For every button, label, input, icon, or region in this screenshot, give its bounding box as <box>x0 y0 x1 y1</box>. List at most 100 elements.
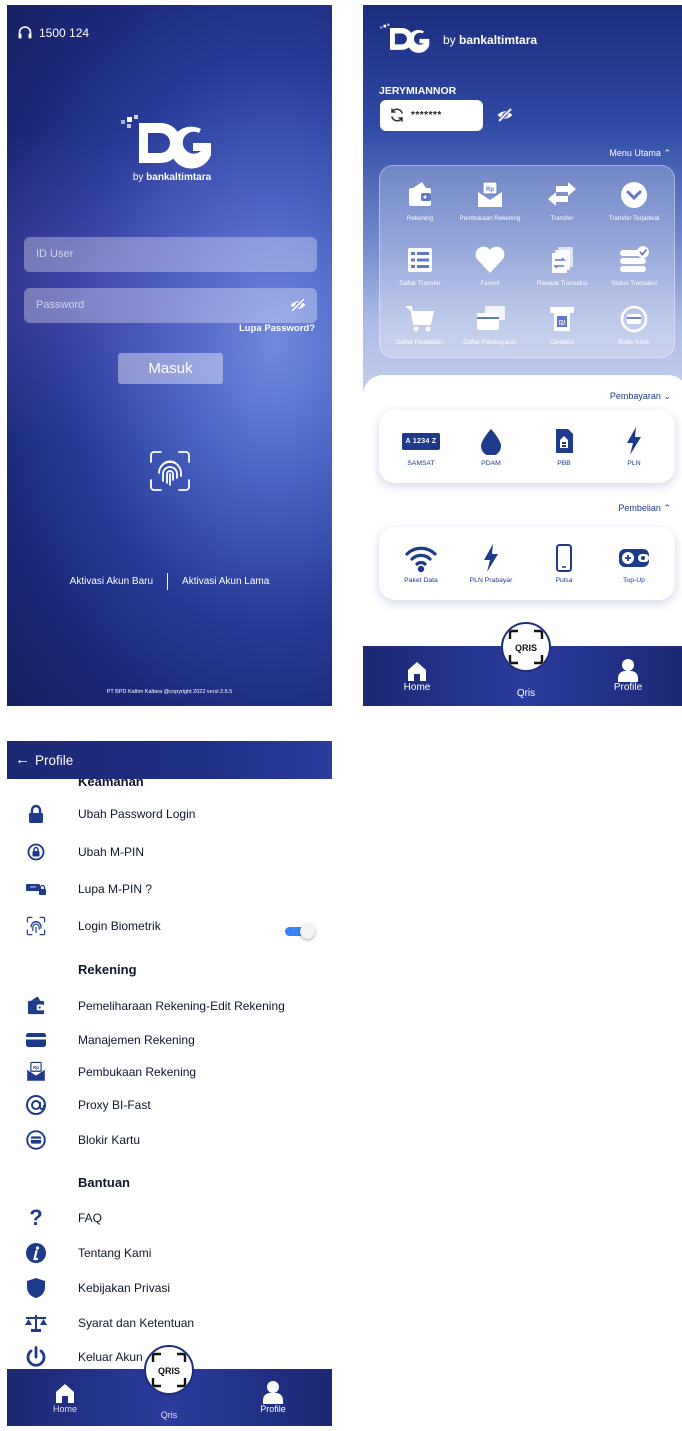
menu-item-transfer-terjadwal[interactable]: Transfer Terjadwal <box>600 178 668 223</box>
profile-item-blokir-kartu[interactable]: Blokir Kartu <box>24 1127 324 1153</box>
password-placeholder: Password <box>36 299 85 311</box>
profile-item-login-biometrik: Login Biometrik <box>24 913 324 939</box>
biometric-toggle[interactable] <box>285 924 315 939</box>
menu-item-transfer[interactable]: Transfer <box>528 178 596 223</box>
lock-icon <box>24 804 48 824</box>
shield-icon <box>24 1277 48 1299</box>
menu-item-label: Daftar Pembayaran <box>463 339 517 346</box>
menu-item-rekening[interactable]: Rekening <box>386 178 454 223</box>
pembayaran-card: A 1234 Z SAMSAT PDAM PBB PLN <box>379 410 675 483</box>
nav-profile-label: Profile <box>260 1404 286 1414</box>
forgot-password-link[interactable]: Lupa Password? <box>239 323 315 334</box>
pembelian-item-pln-prabayar[interactable]: PLN Prabayar <box>461 541 521 584</box>
menu-item-daftar-pembelian[interactable]: Daftar Pembelian <box>386 302 454 347</box>
menu-item-label: Transfer Terjadwal <box>608 215 660 222</box>
pembelian-item-pulsa[interactable]: Pulsa <box>534 541 594 584</box>
chevron-circle-icon <box>600 178 668 212</box>
profile-item-ubah-password[interactable]: Ubah Password Login <box>24 801 324 827</box>
password-field[interactable]: Password <box>24 288 317 323</box>
login-button[interactable]: Masuk <box>118 353 223 384</box>
eye-slash-icon[interactable] <box>289 296 307 314</box>
nav-qris[interactable]: Qris <box>504 688 548 699</box>
nav-profile[interactable]: Profile <box>605 658 651 693</box>
balance-box: ******* <box>380 100 483 131</box>
menu-item-label: Cardless <box>549 339 575 346</box>
pembelian-toggle[interactable]: Pembelian ⌃ <box>618 503 671 514</box>
profile-item-pemeliharaan-rekening[interactable]: Pemeliharaan Rekening-Edit Rekening <box>24 993 324 1019</box>
chevron-up-icon: ⌃ <box>663 148 671 158</box>
userid-field[interactable]: ID User <box>24 237 317 272</box>
logo-by-text: by <box>443 33 456 47</box>
balance-masked: ******* <box>411 110 442 121</box>
menu-item-daftar-transfer[interactable]: Daftar Transfer <box>386 243 454 288</box>
lightning-icon <box>604 424 664 458</box>
menu-item-status-transaksi[interactable]: Status Transaksi <box>600 243 668 288</box>
qris-button[interactable]: QRIS <box>144 1345 194 1395</box>
profile-item-proxy-bi-fast[interactable]: Proxy BI-Fast <box>24 1092 324 1118</box>
block-card-icon <box>24 1129 48 1151</box>
profile-item-label: Login Biometrik <box>78 919 161 933</box>
nav-home[interactable]: Home <box>45 1382 85 1414</box>
menu-item-daftar-pembayaran[interactable]: Daftar Pembayaran <box>456 302 524 347</box>
profile-item-kebijakan-privasi[interactable]: Kebijakan Privasi <box>24 1275 324 1301</box>
profile-item-pembukaan-rekening[interactable]: Rp Pembukaan Rekening <box>24 1059 324 1085</box>
back-arrow-icon[interactable]: ← <box>15 752 30 767</box>
chevron-down-icon: ⌄ <box>663 391 671 401</box>
menu-item-favorit[interactable]: Favorit <box>456 243 524 288</box>
pembayaran-item-label: PDAM <box>481 460 501 467</box>
qris-logo-text: QRIS <box>158 1366 180 1376</box>
heart-icon <box>456 243 524 277</box>
status-icon <box>600 243 668 277</box>
menu-item-blokir-kartu[interactable]: Blokir Kartu <box>600 302 668 347</box>
payment-list-icon <box>456 302 524 336</box>
menu-item-label: Favorit <box>480 280 500 287</box>
profile-item-manajemen-rekening[interactable]: Manajemen Rekening <box>24 1027 324 1053</box>
pembelian-item-paket-data[interactable]: Paket Data <box>391 541 451 584</box>
menu-item-pembukaan-rekening[interactable]: Rp Pembukaan Rekening <box>456 178 524 223</box>
profile-item-syarat-ketentuan[interactable]: Syarat dan Ketentuan <box>24 1310 324 1336</box>
profile-item-ubah-mpin[interactable]: Ubah M-PIN <box>24 839 324 865</box>
pembayaran-item-samsat[interactable]: A 1234 Z SAMSAT <box>391 424 451 467</box>
nav-qris[interactable]: Qris <box>147 1410 191 1420</box>
toggle-knob <box>300 924 315 939</box>
profile-item-label: Tentang Kami <box>78 1246 152 1260</box>
eye-slash-icon[interactable] <box>495 106 515 124</box>
profile-item-faq[interactable]: ? FAQ <box>24 1205 324 1231</box>
hotline[interactable]: 1500 124 <box>17 25 89 41</box>
chevron-up-icon: ⌃ <box>663 503 671 513</box>
pembayaran-toggle[interactable]: Pembayaran ⌄ <box>610 391 671 402</box>
userid-placeholder: ID User <box>36 248 74 260</box>
pembayaran-item-pbb[interactable]: PBB <box>534 424 594 467</box>
pembayaran-item-pln[interactable]: PLN <box>604 424 664 467</box>
wallet-icon <box>24 995 48 1017</box>
section-keamanan: Keamanan <box>78 779 144 789</box>
home-icon <box>397 660 437 682</box>
activate-old-account-link[interactable]: Aktivasi Akun Lama <box>182 576 269 587</box>
profile-item-label: Manajemen Rekening <box>78 1033 195 1047</box>
qris-button[interactable]: QRIS <box>501 622 551 672</box>
pembayaran-item-pdam[interactable]: PDAM <box>461 424 521 467</box>
fingerprint-login-icon[interactable] <box>148 449 192 493</box>
topup-wallet-icon <box>604 541 664 575</box>
profile-item-tentang-kami[interactable]: Tentang Kami <box>24 1240 324 1266</box>
nav-profile[interactable]: Profile <box>250 1380 296 1414</box>
pembayaran-label: Pembayaran <box>609 391 661 401</box>
wallet-icon <box>386 178 454 212</box>
home-icon <box>45 1382 85 1404</box>
dg-logo-icon <box>121 115 211 169</box>
card-icon <box>24 1031 48 1049</box>
pembelian-item-top-up[interactable]: Top-Up <box>604 541 664 584</box>
logo-tagline: by bankaltimtara <box>117 172 227 183</box>
person-icon <box>605 658 651 682</box>
username: JERYMIANNOR <box>379 85 457 97</box>
menu-utama-label: Menu Utama <box>609 148 661 158</box>
menu-utama-toggle[interactable]: Menu Utama ⌃ <box>609 148 671 159</box>
menu-item-cardless[interactable]: ₪ Cardless <box>528 302 596 347</box>
activate-new-account-link[interactable]: Aktivasi Akun Baru <box>70 576 153 587</box>
menu-item-riwayat-transaksi[interactable]: Riwayat Transaksi <box>528 243 596 288</box>
refresh-icon[interactable] <box>389 107 405 123</box>
pembelian-label: Pembelian <box>618 503 661 513</box>
nav-home[interactable]: Home <box>397 660 437 693</box>
profile-item-lupa-mpin[interactable]: *** Lupa M-PIN ? <box>24 876 324 902</box>
building-doc-icon <box>534 424 594 458</box>
